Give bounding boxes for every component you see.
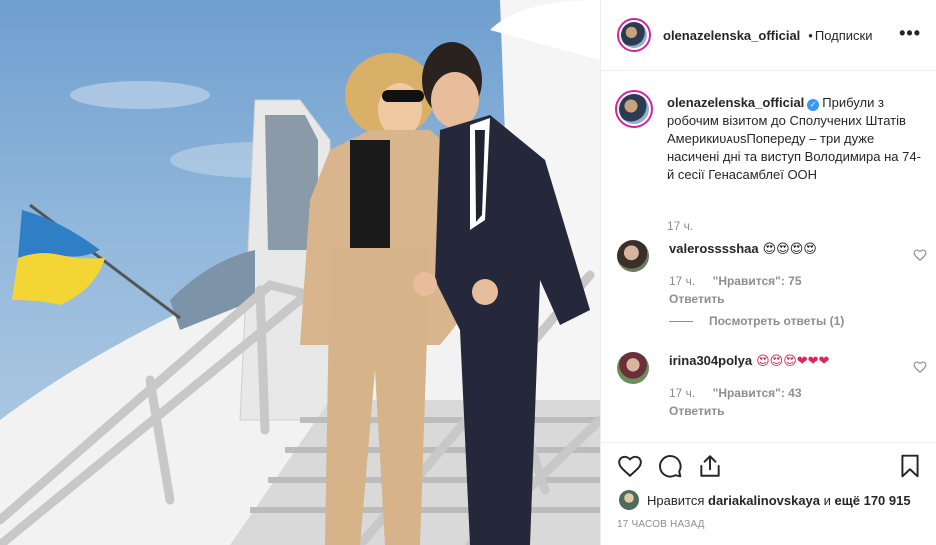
replies-divider [669, 320, 693, 322]
comment-like-heart-icon[interactable] [913, 360, 927, 374]
author-username[interactable]: olenazelenska_official [663, 28, 800, 43]
author-avatar[interactable] [617, 18, 651, 52]
action-icons-row [617, 453, 921, 481]
commenter-avatar[interactable] [617, 240, 649, 272]
comment-username[interactable]: valerosssshaa [669, 241, 759, 256]
comment-like-heart-icon[interactable] [913, 248, 927, 262]
comment-time: 17 ч. [669, 386, 696, 400]
likes-prefix: Нравится [647, 492, 705, 508]
comment-username[interactable]: irina304polya [669, 353, 752, 368]
caption-text-block: olenazelenska_official ✓ Прибули з робочим… [667, 94, 925, 184]
comment-meta: 17 ч. "Нравится": 75 [669, 274, 816, 288]
heart-icon[interactable] [617, 453, 643, 479]
bookmark-icon[interactable] [897, 453, 923, 479]
separator-dot: • [808, 27, 813, 43]
photo-illustration [0, 0, 600, 545]
comment-likes[interactable]: "Нравится": 43 [713, 386, 802, 400]
comment-text-block: valerosssshaa 😍😍😍😍 [669, 240, 817, 259]
view-replies-label: Посмотреть ответы (1) [709, 314, 845, 328]
reply-button[interactable]: Ответить [669, 292, 724, 306]
comment-text: 😍😍😍❤❤❤ [756, 354, 830, 369]
comment-text-block: irina304polya 😍😍😍❤❤❤ [669, 352, 829, 371]
comment-meta: 17 ч. "Нравится": 43 [669, 386, 816, 400]
liker-username[interactable]: dariakalinovskaya [708, 493, 820, 508]
comments-section[interactable]: olenazelenska_official ✓ Прибули з робочим… [601, 72, 936, 442]
caption-time: 17 ч. [667, 219, 694, 233]
liker-avatar[interactable] [619, 490, 639, 510]
post-actions: Нравится dariakalinovskaya и ещё 170 915… [601, 442, 936, 545]
comment-likes[interactable]: "Нравится": 75 [713, 274, 802, 288]
verified-badge-icon: ✓ [807, 99, 820, 111]
post-photo[interactable] [0, 0, 600, 545]
caption-username[interactable]: olenazelenska_official [667, 95, 804, 110]
following-button[interactable]: Подписки [815, 28, 873, 43]
likes-and: и [823, 492, 831, 508]
likes-count[interactable]: ещё 170 915 [835, 493, 911, 508]
view-replies-button[interactable]: Посмотреть ответы (1) [669, 314, 844, 328]
caption-avatar[interactable] [615, 90, 653, 128]
post-header: olenazelenska_official • Подписки ••• [601, 0, 936, 71]
comment-time: 17 ч. [669, 274, 696, 288]
more-options-icon[interactable]: ••• [899, 24, 921, 42]
share-icon[interactable] [697, 453, 723, 479]
comment-icon[interactable] [657, 453, 683, 479]
post-side-panel: olenazelenska_official • Подписки ••• ol… [600, 0, 936, 545]
likes-summary[interactable]: Нравится dariakalinovskaya и ещё 170 915 [619, 490, 911, 510]
reply-button[interactable]: Ответить [669, 404, 724, 418]
commenter-avatar[interactable] [617, 352, 649, 384]
post-timestamp[interactable]: 17 ЧАСОВ НАЗАД [617, 519, 705, 530]
comment-text: 😍😍😍😍 [762, 242, 817, 257]
instagram-post: olenazelenska_official • Подписки ••• ol… [0, 0, 936, 545]
